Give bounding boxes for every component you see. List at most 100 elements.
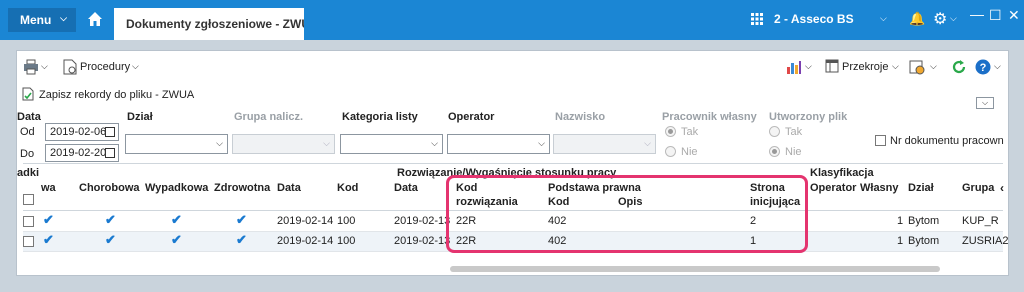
plik-nie-radio: Nie <box>769 146 802 158</box>
col-header-wlasny[interactable]: Własny <box>860 182 899 194</box>
refresh-icon[interactable] <box>951 59 967 75</box>
filter-pracownik-label: Pracownik własny <box>662 111 757 123</box>
svg-text:?: ? <box>980 62 987 74</box>
checkmark-icon: ✔ <box>105 232 116 247</box>
chevron-down-icon[interactable]: ⌵ <box>132 61 139 72</box>
title-bar: Menu ⌵ Dokumenty zgłoszeniowe - ZWUA 2 -… <box>0 0 1024 40</box>
nr-dokumentu-checkbox[interactable] <box>875 135 886 146</box>
cell-kod1: 100 <box>337 235 356 247</box>
row-select-checkbox[interactable] <box>23 236 34 247</box>
checkmark-icon: ✔ <box>105 212 116 227</box>
radio-icon <box>769 126 780 137</box>
pracownik-nie-radio: Nie <box>665 146 698 158</box>
select-all-checkbox[interactable] <box>23 194 34 205</box>
organization-name[interactable]: 2 - Asseco BS <box>774 12 854 26</box>
chevron-down-icon: ⌵ <box>644 138 651 148</box>
chevron-down-icon: ⌵ <box>323 138 330 148</box>
grid-top-border <box>23 163 1003 164</box>
cell-grupa: KUP_R <box>962 215 999 227</box>
date-from-field[interactable]: 2019-02-06 <box>45 123 119 141</box>
calendar-icon[interactable] <box>105 148 115 158</box>
filter-plik-label: Utworzony plik <box>769 111 848 123</box>
cell-kod1: 100 <box>337 215 356 227</box>
date-from-value: 2019-02-06 <box>50 126 107 138</box>
col-header-grupa[interactable]: Grupa <box>962 182 994 194</box>
cell-data1: 2019-02-14 <box>277 235 334 247</box>
col-header-chorobowa[interactable]: Chorobowa <box>79 182 140 194</box>
chart-icon[interactable] <box>786 59 802 75</box>
checkmark-icon: ✔ <box>43 212 54 227</box>
highlight-frame <box>446 175 808 253</box>
calendar-icon[interactable] <box>105 127 115 137</box>
save-records-button[interactable]: Zapisz rekordy do pliku - ZWUA <box>39 89 194 101</box>
chevron-down-icon[interactable]: ⌵ <box>880 13 887 24</box>
chevron-down-icon[interactable]: ⌵ <box>41 61 48 72</box>
chevron-down-icon: ⌵ <box>216 138 223 148</box>
kategoria-select[interactable]: ⌵ <box>340 134 443 154</box>
cell-dzial: Bytom <box>908 235 940 247</box>
col-header-wa[interactable]: wa <box>41 182 56 194</box>
radio-icon <box>665 146 676 157</box>
settings-icon[interactable] <box>909 59 925 75</box>
col-header-data1[interactable]: Data <box>277 182 301 194</box>
chevron-down-icon[interactable]: ⌵ <box>892 61 899 72</box>
col-header-operator[interactable]: Operator <box>810 182 856 194</box>
procedures-button[interactable]: Procedury <box>80 61 130 73</box>
checkmark-icon: ✔ <box>43 232 54 247</box>
chevron-down-icon: ⌵ <box>538 138 545 148</box>
pracownik-tak-radio: Tak <box>665 126 698 138</box>
row-select-checkbox[interactable] <box>23 216 34 227</box>
tab-dokumenty[interactable]: Dokumenty zgłoszeniowe - ZWUA <box>114 8 304 40</box>
plik-nie-label: Nie <box>785 146 802 158</box>
chevron-down-icon[interactable]: ⌵ <box>805 61 812 72</box>
col-header-data2[interactable]: Data <box>394 182 418 194</box>
help-icon[interactable]: ? <box>975 59 991 75</box>
filter-dzial-label: Dział <box>127 111 153 123</box>
col-header-wypadkowa[interactable]: Wypadkowa <box>145 182 208 194</box>
nazwisko-select: ⌵ <box>553 134 656 154</box>
horizontal-scrollbar[interactable] <box>450 266 940 272</box>
dzial-select[interactable]: ⌵ <box>125 134 228 154</box>
filter-operator-label: Operator <box>448 111 495 123</box>
minimize-icon[interactable]: — <box>970 6 984 22</box>
date-to-value: 2019-02-20 <box>50 147 107 159</box>
checkmark-icon: ✔ <box>236 212 247 227</box>
gear-icon[interactable]: ⚙ <box>933 9 947 29</box>
col-header-kod1[interactable]: Kod <box>337 182 358 194</box>
apps-grid-icon[interactable] <box>751 13 763 25</box>
cell-grupa: ZUSRIA2 <box>962 235 1009 247</box>
sections-button[interactable]: Przekroje <box>842 61 888 73</box>
do-label: Do <box>20 148 35 160</box>
chevron-down-icon: ⌵ <box>60 13 67 23</box>
chevron-down-icon[interactable]: ⌵ <box>994 61 1001 72</box>
checkmark-icon: ✔ <box>236 232 247 247</box>
save-file-icon[interactable] <box>21 87 35 101</box>
col-header-zdrowotna[interactable]: Zdrowotna <box>214 182 270 194</box>
chevron-down-icon[interactable]: ⌵ <box>930 61 937 72</box>
nr-dokumentu-label: Nr dokumentu pracown <box>890 135 1004 147</box>
plik-tak-label: Tak <box>785 126 803 138</box>
printer-icon[interactable] <box>23 59 39 75</box>
date-to-field[interactable]: 2019-02-20 <box>45 144 119 162</box>
bell-icon[interactable]: 🔔 <box>909 11 925 27</box>
chevron-down-icon: ⌵ <box>431 138 438 148</box>
group-header-adki: adki <box>17 167 40 179</box>
chevron-down-icon[interactable]: ⌵ <box>950 13 957 24</box>
pracownik-tak-label: Tak <box>681 126 699 138</box>
procedures-icon[interactable] <box>63 59 77 75</box>
cell-wlasny: 1 <box>897 215 904 227</box>
home-icon[interactable] <box>86 10 104 28</box>
col-header-dzial[interactable]: Dział <box>908 182 934 194</box>
checkmark-icon: ✔ <box>171 212 182 227</box>
menu-button[interactable]: Menu ⌵ <box>8 8 76 32</box>
collapse-filters-button[interactable]: ⌵ <box>976 97 994 109</box>
close-icon[interactable]: ✕ <box>1008 7 1020 24</box>
filter-data-label: Data <box>17 111 41 123</box>
menu-label: Menu <box>20 13 52 27</box>
maximize-icon[interactable]: ☐ <box>989 7 1002 24</box>
operator-select[interactable]: ⌵ <box>447 134 550 154</box>
grupa-select: ⌵ <box>232 134 335 154</box>
chevron-left-icon[interactable]: ‹ <box>1000 181 1004 195</box>
group-header-klasyfikacja: Klasyfikacja <box>810 167 874 179</box>
sections-icon[interactable] <box>825 59 839 73</box>
